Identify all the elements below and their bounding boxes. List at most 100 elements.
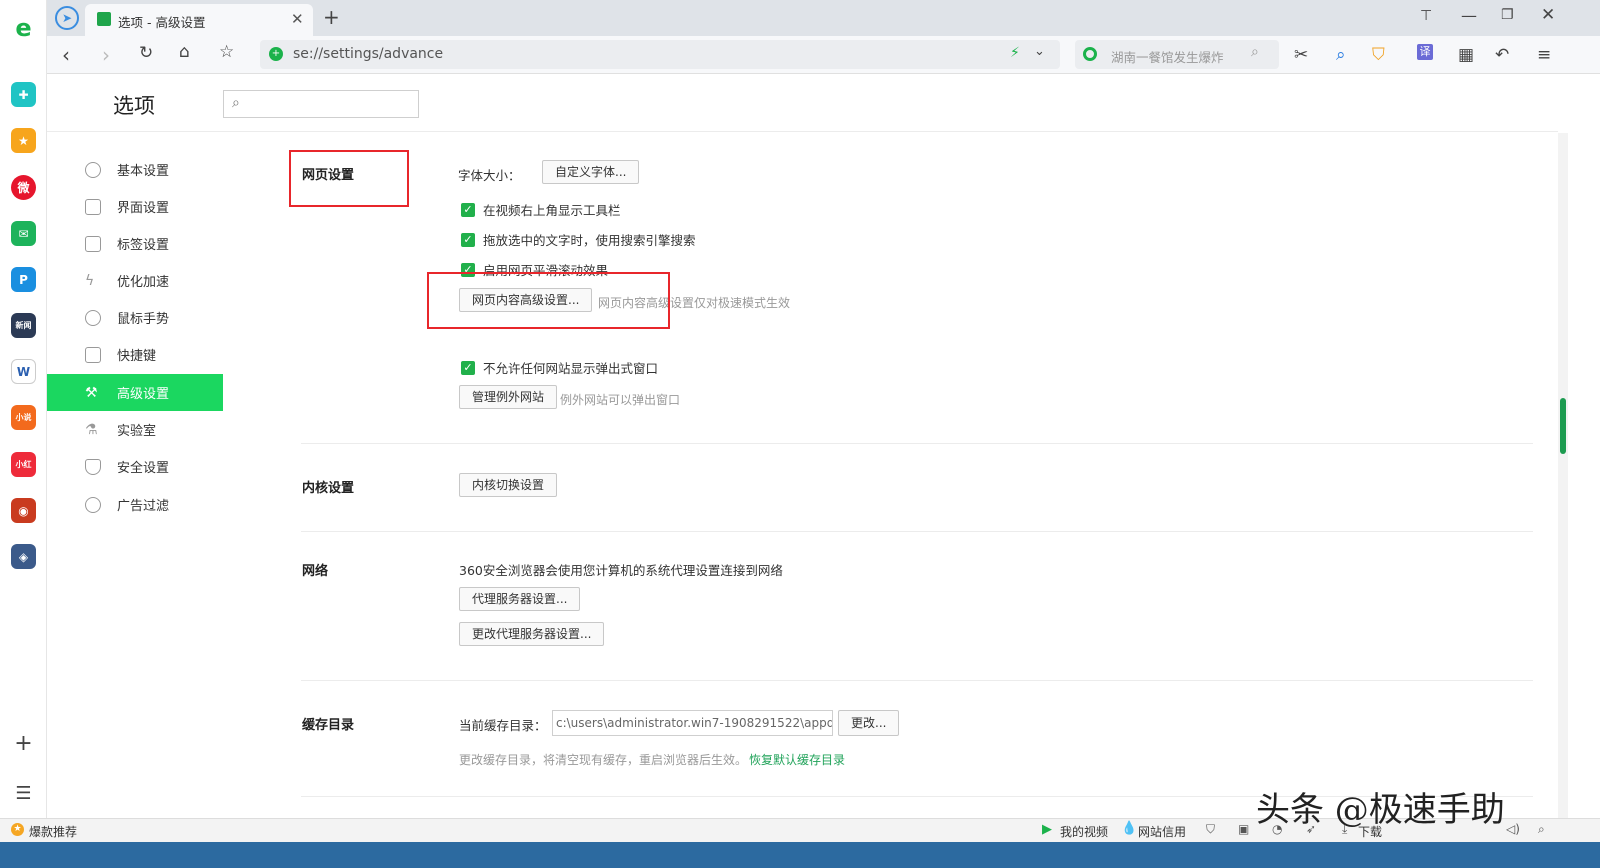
reload-icon[interactable]: ↻: [139, 43, 153, 63]
cut-icon[interactable]: ✂: [1294, 45, 1308, 65]
lightning-icon: ϟ: [85, 272, 95, 289]
translate-icon[interactable]: 译: [1417, 44, 1433, 60]
sidebar-item-security[interactable]: 安全设置: [47, 448, 223, 485]
checkbox-block-popups[interactable]: ✓ 不允许任何网站显示弹出式窗口: [461, 358, 658, 377]
cache-path-input[interactable]: c:\users\administrator.win7-1908291522\a…: [552, 710, 833, 736]
app-icon-novel[interactable]: 小说: [11, 405, 36, 430]
browser-logo-icon[interactable]: e: [11, 14, 36, 42]
settings-content: 网页设置 字体大小： 自定义字体... ✓ 在视频右上角显示工具栏 ✓ 拖放选中的文…: [223, 132, 1558, 818]
cache-change-hint: 更改缓存目录，将清空现有缓存，重启浏览器后生效。: [459, 753, 748, 767]
change-proxy-settings-button[interactable]: 更改代理服务器设置...: [459, 622, 605, 646]
sidebar-item-lab[interactable]: ⚗ 实验室: [47, 411, 223, 448]
sidebar-item-basic[interactable]: 基本设置: [47, 151, 223, 188]
sidebar-item-label: 快捷键: [117, 349, 157, 364]
sidebar-item-adblock[interactable]: 广告过滤: [47, 486, 223, 523]
new-tab-icon[interactable]: +: [323, 5, 340, 29]
current-cache-label: 当前缓存目录：: [459, 718, 547, 733]
sidebar-item-label: 安全设置: [117, 461, 170, 476]
app-icon-cross[interactable]: ✚: [11, 82, 36, 107]
restore-icon[interactable]: ❐: [1501, 7, 1514, 23]
back-icon[interactable]: ‹: [62, 43, 70, 67]
sidebar-item-label: 广告过滤: [117, 499, 170, 514]
scrollbar-track[interactable]: [1558, 133, 1568, 818]
settings-header: 选项 ⌕: [47, 75, 1558, 132]
list-icon[interactable]: ☰: [11, 781, 36, 806]
apps-grid-icon[interactable]: ▦: [1458, 45, 1474, 65]
speed-mode-icon[interactable]: ⚡: [1010, 45, 1020, 61]
manage-exceptions-button[interactable]: 管理例外网站: [459, 385, 558, 409]
navigate-icon[interactable]: ➤: [55, 6, 79, 30]
section-title-cache: 缓存目录: [302, 718, 355, 733]
tab-title: 选项 - 高级设置: [118, 15, 206, 30]
sidebar-item-label: 高级设置: [117, 387, 170, 402]
undo-icon[interactable]: ↶: [1495, 45, 1509, 65]
change-cache-button[interactable]: 更改...: [838, 710, 900, 736]
wallet-icon[interactable]: ⛉: [1372, 45, 1385, 65]
checkbox-drag-search[interactable]: ✓ 拖放选中的文字时，使用搜索引擎搜索: [461, 230, 696, 249]
web-search-box[interactable]: 湖南一餐馆发生爆炸 ⌕: [1075, 40, 1279, 69]
sidebar-item-label: 界面设置: [117, 201, 170, 216]
my-video-link[interactable]: 我的视频: [1060, 823, 1108, 840]
custom-font-button[interactable]: 自定义字体...: [542, 160, 640, 184]
menu-icon[interactable]: ≡: [1537, 45, 1551, 65]
find-icon[interactable]: ⌕: [1336, 45, 1346, 65]
game-icon-1[interactable]: ◉: [11, 498, 36, 523]
scrollbar-thumb[interactable]: [1560, 398, 1566, 454]
tab-bar: ➤ 选项 - 高级设置 ✕ + ⊤ — ❐ ✕: [47, 0, 1600, 36]
chevron-down-icon[interactable]: ⌄: [1034, 44, 1045, 59]
kernel-switch-button[interactable]: 内核切换设置: [459, 473, 558, 497]
sidebar-item-tabs[interactable]: 标签设置: [47, 225, 223, 262]
search-icon[interactable]: ⌕: [1251, 44, 1259, 60]
tab-icon: [85, 235, 101, 252]
sidebar-item-shortcuts[interactable]: 快捷键: [47, 336, 223, 373]
sidebar-item-gestures[interactable]: 鼠标手势: [47, 299, 223, 336]
app-icon-red[interactable]: 小红: [11, 452, 36, 477]
search-engine-icon[interactable]: [1083, 47, 1097, 61]
mail-icon[interactable]: ✉: [11, 221, 36, 246]
zoom-icon[interactable]: ⌕: [1538, 822, 1545, 837]
block-icon: [85, 496, 101, 513]
app-icon-star[interactable]: ★: [11, 128, 36, 153]
sidebar-item-interface[interactable]: 界面设置: [47, 188, 223, 225]
checkbox-label: 不允许任何网站显示弹出式窗口: [483, 361, 659, 376]
close-window-icon[interactable]: ✕: [1541, 5, 1555, 25]
image-icon[interactable]: ▣: [1238, 822, 1249, 836]
restore-default-cache-link[interactable]: 恢复默认缓存目录: [749, 751, 845, 768]
sidebar-item-label: 鼠标手势: [117, 312, 170, 327]
shield-icon[interactable]: ⛉: [1206, 822, 1215, 837]
settings-search-input[interactable]: ⌕: [223, 90, 419, 118]
secure-icon: +: [269, 47, 283, 61]
page-title: 选项: [113, 94, 155, 118]
shirt-icon[interactable]: ⊤: [1420, 8, 1432, 24]
tab-close-icon[interactable]: ✕: [291, 10, 304, 28]
home-icon[interactable]: ⌂: [179, 42, 190, 62]
minimize-icon[interactable]: —: [1461, 6, 1477, 25]
game-icon-2[interactable]: ◈: [11, 544, 36, 569]
forward-icon[interactable]: ›: [102, 43, 110, 67]
sidebar-item-speed[interactable]: ϟ 优化加速: [47, 262, 223, 299]
settings-page: 选项 ⌕ 基本设置 界面设置 标签设置 ϟ 优化加速 鼠标手势 快捷键 ⚒ 高级设置…: [47, 75, 1558, 818]
section-divider: [301, 443, 1533, 444]
weibo-icon[interactable]: 微: [11, 175, 36, 200]
section-title-network: 网络: [302, 564, 329, 579]
sidebar-item-advanced[interactable]: ⚒ 高级设置: [47, 374, 223, 411]
window-icon: [85, 198, 101, 215]
sound-icon[interactable]: ◁): [1506, 822, 1520, 836]
drop-icon: 💧: [1121, 821, 1138, 836]
bookmark-star-icon[interactable]: ☆: [219, 42, 234, 62]
app-icon-p[interactable]: P: [11, 267, 36, 292]
recommend-link[interactable]: 爆款推荐: [29, 823, 77, 840]
gear-icon: [85, 161, 101, 178]
add-icon[interactable]: +: [11, 731, 36, 756]
app-icon-news[interactable]: 新闻: [11, 313, 36, 338]
section-divider: [301, 531, 1533, 532]
word-icon[interactable]: W: [11, 359, 36, 384]
address-bar[interactable]: + se://settings/advance ⚡ ⌄: [260, 40, 1060, 69]
checkbox-video-toolbar[interactable]: ✓ 在视频右上角显示工具栏: [461, 200, 621, 219]
tab-settings[interactable]: 选项 - 高级设置 ✕: [85, 4, 313, 36]
url-text: se://settings/advance: [293, 46, 444, 62]
checkbox-label: 在视频右上角显示工具栏: [483, 203, 621, 218]
proxy-settings-button[interactable]: 代理服务器设置...: [459, 587, 581, 611]
shield-icon: [85, 458, 101, 475]
site-credit-link[interactable]: 网站信用: [1138, 823, 1186, 840]
